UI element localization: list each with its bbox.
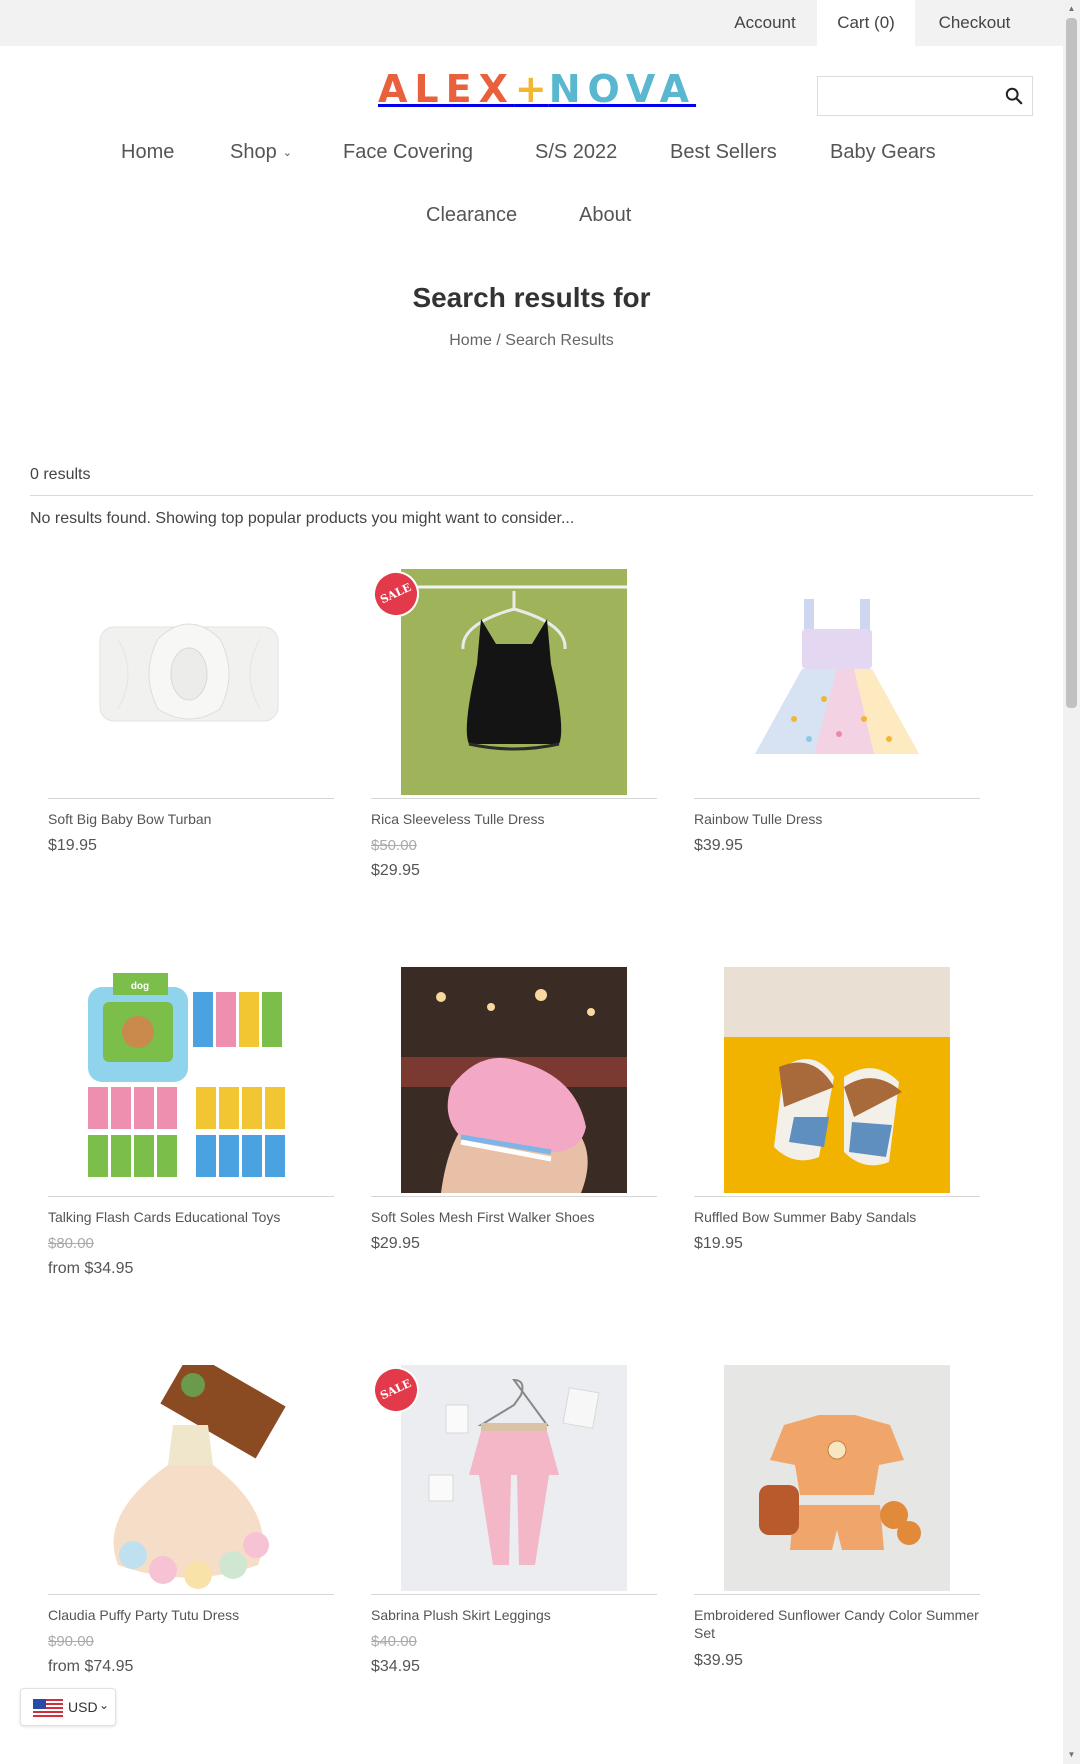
product-name[interactable]: Rainbow Tulle Dress	[694, 810, 980, 828]
product-price: from $34.95	[48, 1260, 134, 1277]
divider	[694, 1196, 980, 1197]
scroll-down-arrow-icon[interactable]: ▼	[1066, 1749, 1077, 1761]
product-image[interactable]: SALE	[365, 563, 657, 797]
nav-ss-2022[interactable]: S/S 2022	[535, 137, 617, 167]
breadcrumb-separator: /	[491, 332, 506, 349]
product-price: $39.95	[694, 837, 743, 854]
breadcrumb-home[interactable]: Home	[449, 332, 492, 349]
search-input[interactable]	[819, 78, 989, 114]
product-name[interactable]: Talking Flash Cards Educational Toys	[48, 1208, 334, 1226]
scrollbar-thumb[interactable]	[1066, 18, 1077, 708]
chevron-down-icon: ⌄	[99, 1698, 110, 1712]
product-image[interactable]	[48, 1365, 334, 1593]
product-image[interactable]: dog	[48, 967, 334, 1195]
product-name[interactable]: Ruffled Bow Summer Baby Sandals	[694, 1208, 980, 1226]
nav-home[interactable]: Home	[121, 137, 174, 167]
top-utility-bar: Account Cart (0) Checkout	[0, 0, 1063, 46]
divider	[371, 1196, 657, 1197]
product-image[interactable]: SALE	[365, 1359, 657, 1593]
rainbow-tulle-dress-image	[724, 569, 950, 795]
scroll-up-arrow-icon[interactable]: ▲	[1066, 3, 1077, 15]
product-name[interactable]: Soft Big Baby Bow Turban	[48, 810, 334, 828]
product-image[interactable]	[371, 967, 657, 1195]
store-logo[interactable]: ALEX+NOVA	[378, 64, 689, 114]
divider	[371, 798, 657, 799]
flashcard-word: dog	[131, 981, 149, 992]
nav-best-sellers[interactable]: Best Sellers	[670, 137, 777, 167]
nav-baby-gears[interactable]: Baby Gears	[830, 137, 936, 167]
product-price: $29.95	[371, 1235, 420, 1252]
currency-code: USD	[68, 1699, 98, 1715]
product-compare-price: $50.00	[371, 837, 417, 854]
search-box	[817, 76, 1033, 116]
divider	[371, 1594, 657, 1595]
product-price: $19.95	[48, 837, 97, 854]
logo-text-alex: ALEX	[378, 67, 515, 111]
product-compare-price: $90.00	[48, 1633, 94, 1650]
search-icon[interactable]	[1005, 87, 1023, 105]
product-price: $19.95	[694, 1235, 743, 1252]
baby-sandals-image	[724, 967, 950, 1193]
divider	[694, 798, 980, 799]
no-results-message: No results found. Showing top popular pr…	[30, 510, 575, 527]
product-compare-price: $80.00	[48, 1235, 94, 1252]
product-name[interactable]: Soft Soles Mesh First Walker Shoes	[371, 1208, 657, 1226]
logo-plus: +	[514, 67, 549, 111]
divider	[694, 1594, 980, 1595]
product-price: from $74.95	[48, 1658, 134, 1675]
puffy-tutu-dress-image	[78, 1365, 304, 1591]
nav-shop-label: Shop	[230, 141, 277, 163]
nav-shop[interactable]: Shop ⌄	[230, 137, 292, 167]
currency-selector[interactable]: USD ⌄	[20, 1688, 116, 1726]
breadcrumb: Home / Search Results	[0, 332, 1063, 350]
product-compare-price: $40.00	[371, 1633, 417, 1650]
chevron-down-icon: ⌄	[282, 147, 292, 159]
logo-text-nova: NOVA	[548, 67, 697, 111]
product-name[interactable]: Claudia Puffy Party Tutu Dress	[48, 1606, 334, 1624]
product-name[interactable]: Sabrina Plush Skirt Leggings	[371, 1606, 657, 1624]
cart-link[interactable]: Cart (0)	[817, 0, 915, 46]
product-price: $29.95	[371, 862, 420, 879]
page-title: Search results for	[412, 282, 651, 313]
divider	[30, 495, 1033, 496]
first-walker-shoes-image	[401, 967, 627, 1193]
product-image[interactable]	[694, 967, 980, 1195]
sunflower-summer-set-image	[724, 1365, 950, 1591]
product-price: $39.95	[694, 1652, 743, 1669]
breadcrumb-current: Search Results	[505, 332, 614, 349]
divider	[48, 798, 334, 799]
baby-bow-turban-image	[78, 569, 304, 795]
checkout-link[interactable]: Checkout	[917, 0, 1032, 46]
product-image[interactable]	[694, 569, 980, 797]
product-image[interactable]	[694, 1365, 980, 1593]
tulle-dress-black-image	[401, 569, 627, 795]
product-name[interactable]: Rica Sleeveless Tulle Dress	[371, 810, 657, 828]
divider	[48, 1196, 334, 1197]
product-name[interactable]: Embroidered Sunflower Candy Color Summer…	[694, 1606, 980, 1642]
product-price: $34.95	[371, 1658, 420, 1675]
nav-about[interactable]: About	[579, 200, 631, 230]
results-count: 0 results	[30, 466, 91, 483]
nav-face-covering[interactable]: Face Covering	[343, 137, 473, 167]
product-image[interactable]	[48, 569, 334, 797]
flash-cards-toy-image: dog	[78, 967, 304, 1193]
account-link[interactable]: Account	[714, 0, 816, 46]
us-flag-icon	[33, 1699, 63, 1717]
divider	[48, 1594, 334, 1595]
nav-clearance[interactable]: Clearance	[426, 200, 517, 230]
skirt-leggings-image	[401, 1365, 627, 1591]
